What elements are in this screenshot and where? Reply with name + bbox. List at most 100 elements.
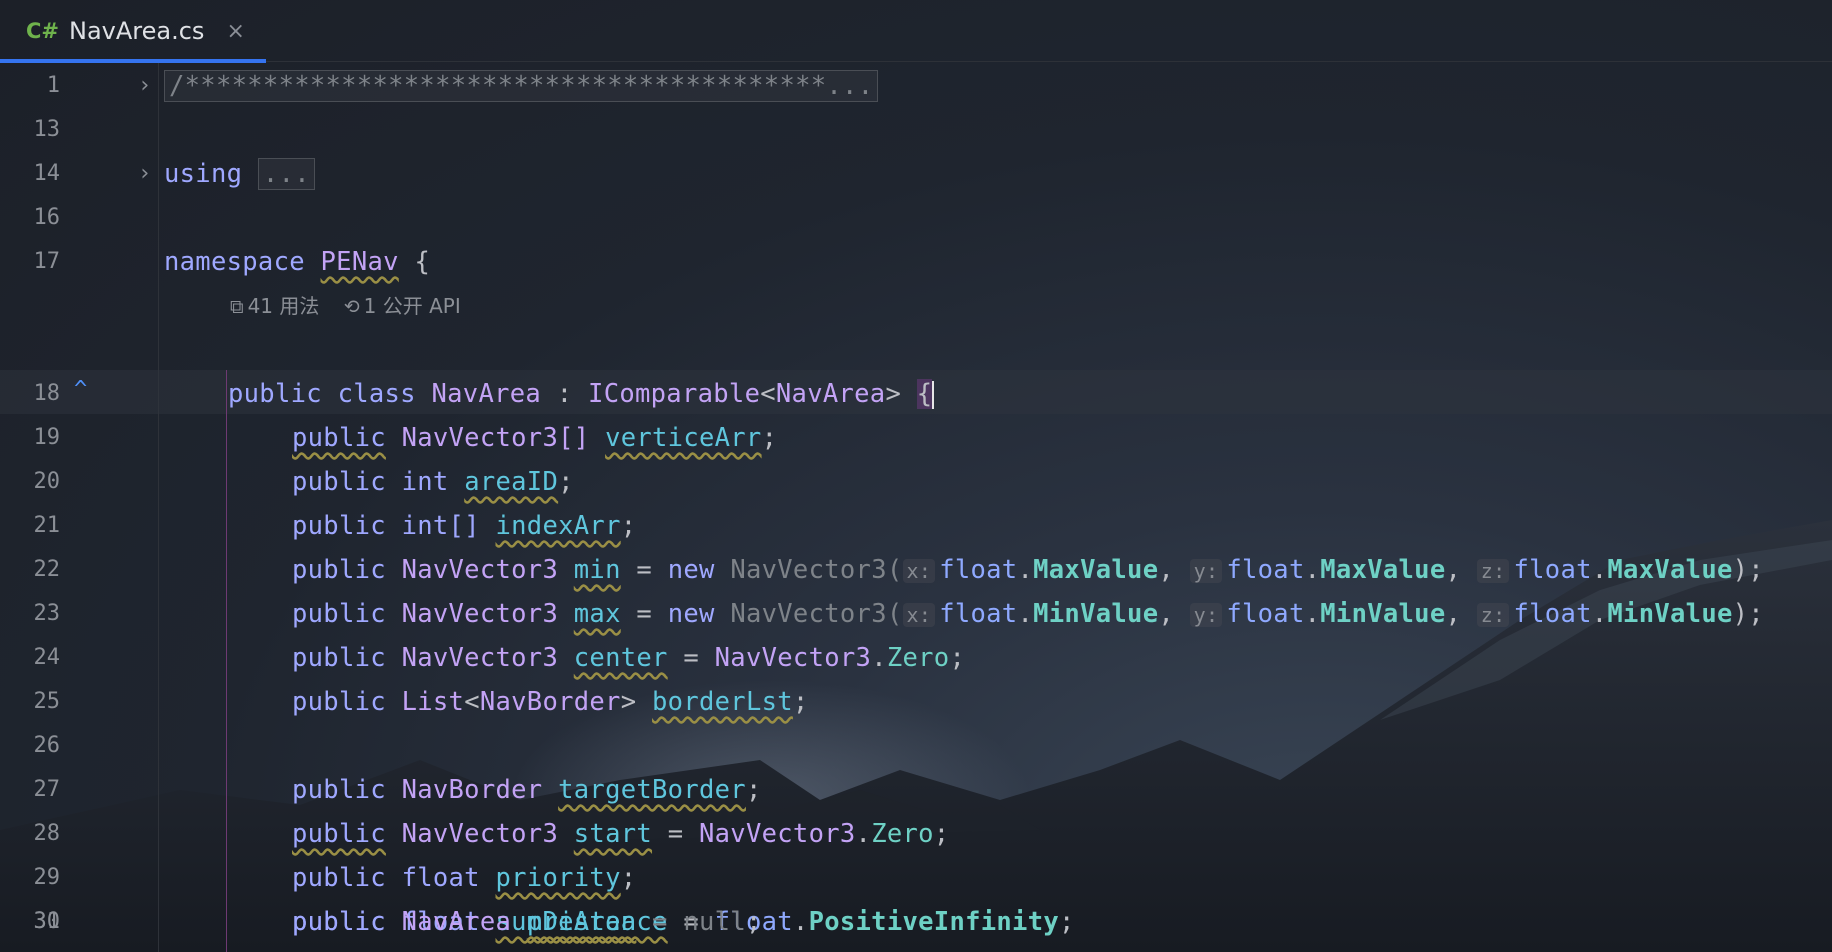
punct: . xyxy=(871,643,887,673)
punct: ; xyxy=(745,775,762,805)
param-hint: z: xyxy=(1476,559,1510,583)
keyword: public xyxy=(292,599,386,629)
punct: , xyxy=(1158,555,1174,585)
punct: , xyxy=(1445,599,1462,629)
type-name: NavVector3 xyxy=(401,555,559,585)
keyword: int xyxy=(401,467,449,497)
punct: < xyxy=(464,687,480,717)
line-number: 13 xyxy=(33,117,61,142)
punct: ; xyxy=(949,643,966,673)
keyword: public xyxy=(292,907,386,937)
punct: ; xyxy=(792,687,809,717)
line-number: 16 xyxy=(33,205,61,230)
line-number: 29 xyxy=(33,865,61,890)
punct: . xyxy=(1017,599,1034,629)
punct: = xyxy=(667,819,684,849)
punct: = xyxy=(636,555,653,585)
code-line: 21 public int[] indexArr; xyxy=(0,504,1832,548)
property: Zero xyxy=(886,643,950,673)
public-api-link[interactable]: ⟲ 1 公开 API xyxy=(344,294,461,318)
usages-link[interactable]: ⧉ 41 用法 xyxy=(230,294,319,318)
line-number: 22 xyxy=(33,557,61,582)
code-line: 18 ^ public class NavArea : IComparable<… xyxy=(0,372,1832,416)
punct: > xyxy=(885,379,902,409)
code-line: 14 › using ... xyxy=(0,152,1832,196)
keyword: float xyxy=(939,599,1018,629)
punct: . xyxy=(855,819,872,849)
code-line: 20 public int areaID; xyxy=(0,460,1832,504)
type-name: NavBorder xyxy=(401,775,543,805)
keyword: public xyxy=(292,687,386,717)
punct: ; xyxy=(620,863,637,893)
line-number: 23 xyxy=(33,601,61,626)
punct: , xyxy=(1158,599,1174,629)
punct: = xyxy=(683,643,699,673)
punct: . xyxy=(1304,599,1321,629)
keyword: public xyxy=(228,379,322,409)
punct: > xyxy=(620,687,637,717)
keyword: public xyxy=(292,511,386,541)
tab-navarea-cs[interactable]: C# NavArea.cs × xyxy=(0,0,266,63)
keyword: float xyxy=(1513,555,1592,585)
line-number: 26 xyxy=(33,733,61,758)
line-number: 1 xyxy=(46,73,60,98)
chevron-right-icon[interactable]: › xyxy=(138,64,151,108)
matched-brace: { xyxy=(916,379,933,409)
field-name: targetBorder xyxy=(558,775,746,805)
punct: ; xyxy=(745,907,762,937)
tab-label: NavArea.cs xyxy=(69,17,205,45)
property: Zero xyxy=(871,819,934,849)
implemented-up-icon[interactable]: ^ xyxy=(74,368,87,412)
usages-label: 41 用法 xyxy=(247,294,320,318)
api-icon: ⟲ xyxy=(343,296,360,318)
punct: = xyxy=(652,907,668,937)
chevron-right-icon[interactable]: › xyxy=(138,152,151,196)
folded-usings[interactable]: ... xyxy=(257,158,315,190)
line-number: 31 xyxy=(33,909,61,934)
keyword: float xyxy=(1226,599,1305,629)
keyword: int[] xyxy=(401,511,480,541)
constructor-call: NavVector3( xyxy=(730,555,903,585)
punct: ); xyxy=(1732,599,1764,629)
punct: ; xyxy=(620,511,637,541)
param-hint: x: xyxy=(902,603,936,627)
keyword: float xyxy=(1226,555,1305,585)
field-name: verticeArr xyxy=(605,423,762,453)
constant: MaxValue xyxy=(1607,555,1733,585)
line-number: 24 xyxy=(33,645,61,670)
close-icon[interactable]: × xyxy=(226,19,244,44)
punct: ; xyxy=(933,819,950,849)
keyword: float xyxy=(939,555,1018,585)
punct: ); xyxy=(1732,555,1764,585)
text-caret xyxy=(932,381,935,409)
type-name: IComparable xyxy=(588,379,761,409)
code-line: 16 xyxy=(0,196,1832,240)
code-line: 28 public NavVector3 start = NavVector3.… xyxy=(0,812,1832,856)
code-line: 13 xyxy=(0,108,1832,152)
keyword: public xyxy=(292,423,386,453)
code-line: 29 public float priority; xyxy=(0,856,1832,900)
external-link-icon: ⧉ xyxy=(230,296,244,318)
code-line: 31 public NavArea preArea = null; xyxy=(0,900,1832,944)
type-name: NavVector3 xyxy=(699,819,856,849)
keyword: float xyxy=(1513,599,1592,629)
line-number: 17 xyxy=(33,249,61,274)
type-name: NavVector3 xyxy=(714,643,872,673)
field-name: center xyxy=(573,643,668,673)
code-line-partial xyxy=(0,944,1832,952)
folded-comment[interactable]: /***************************************… xyxy=(164,70,879,102)
code-editor[interactable]: 1 › /***********************************… xyxy=(0,62,1832,952)
type-name: NavBorder xyxy=(479,687,621,717)
punct: ; xyxy=(558,467,574,497)
param-hint: z: xyxy=(1476,603,1510,627)
code-line: 24 public NavVector3 center = NavVector3… xyxy=(0,636,1832,680)
code-line: 1 › /***********************************… xyxy=(0,64,1832,108)
keyword: public xyxy=(292,467,386,497)
line-number: 25 xyxy=(33,689,61,714)
keyword: new xyxy=(667,555,715,585)
editor-tab-bar: C# NavArea.cs × xyxy=(0,0,1832,63)
constructor-call: NavVector3( xyxy=(730,599,903,629)
csharp-file-icon: C# xyxy=(26,19,60,43)
punct: . xyxy=(1591,555,1608,585)
keyword: public xyxy=(292,819,386,849)
